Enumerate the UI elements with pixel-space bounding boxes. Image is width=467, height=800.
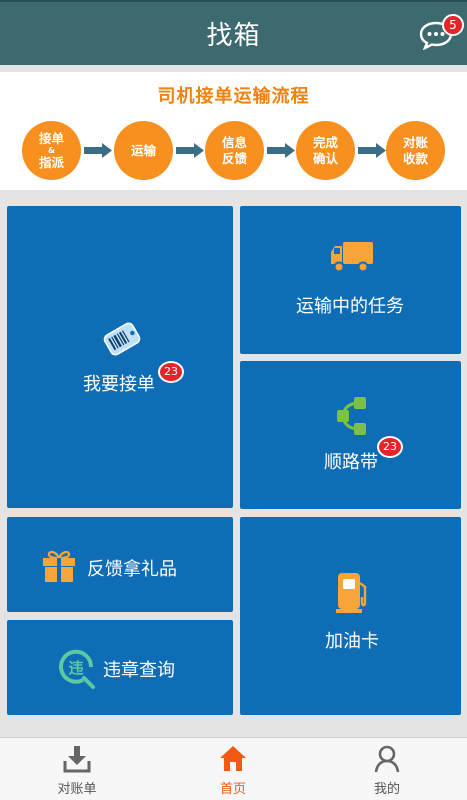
tasks-in-transit-tile[interactable]: 运输中的任务 — [240, 206, 461, 354]
route-icon — [337, 397, 366, 435]
flow-step-text: 确认 — [312, 150, 338, 166]
flow-arrow-icon — [84, 143, 112, 158]
svg-text:违: 违 — [68, 659, 83, 677]
nav-mine[interactable]: 我的 — [332, 738, 442, 800]
violation-query-label: 违章查询 — [103, 660, 175, 681]
flow-step-text: 反馈 — [221, 150, 247, 166]
fuel-card-label: 加油卡 — [325, 631, 379, 652]
nav-label: 对账单 — [57, 782, 97, 797]
accept-order-tile[interactable]: 我要接单 23 — [7, 206, 233, 508]
violation-query-tile[interactable]: 违 违章查询 — [7, 620, 233, 715]
user-icon — [374, 745, 400, 773]
nav-label: 我的 — [373, 782, 400, 797]
flow-step-reconcile: 对账 收款 — [386, 121, 445, 180]
tag-barcode-icon — [103, 322, 141, 356]
flow-step-feedback: 信息 反馈 — [205, 121, 264, 180]
home-icon — [220, 746, 246, 771]
flow-step-accept-assign: 接单 & 指派 — [22, 121, 81, 180]
on-the-way-label: 顺路带 — [324, 452, 378, 473]
top-bar: 找箱 5 — [0, 0, 467, 65]
flow-step-confirm: 完成 确认 — [296, 121, 355, 180]
feedback-gift-tile[interactable]: 反馈拿礼品 — [7, 517, 233, 612]
flow-step-text: 运输 — [130, 142, 156, 158]
flow-step-text: 完成 — [312, 134, 338, 150]
nav-statement[interactable]: 对账单 — [22, 738, 132, 800]
download-tray-icon — [63, 746, 91, 773]
flow-title: 司机接单运输流程 — [157, 86, 310, 107]
nav-label: 首页 — [219, 782, 246, 797]
flow-arrow-icon — [176, 143, 204, 158]
on-the-way-count-badge: 23 — [377, 436, 403, 458]
accept-order-label: 我要接单 — [83, 374, 155, 395]
feedback-gift-label: 反馈拿礼品 — [87, 559, 177, 580]
process-flow-panel: 司机接单运输流程 接单 & 指派 运输 信息 反馈 完成 确认 对账 收款 — [0, 72, 467, 190]
violation-search-icon: 违 — [59, 649, 95, 689]
nav-home[interactable]: 首页 — [178, 738, 288, 800]
gift-icon — [43, 550, 75, 582]
page-title: 找箱 — [206, 21, 261, 51]
flow-step-text: 信息 — [221, 134, 247, 150]
accept-order-count-badge: 23 — [158, 361, 184, 383]
fuel-pump-icon — [336, 573, 367, 613]
flow-arrow-icon — [358, 143, 386, 158]
flow-step-amp: & — [48, 145, 55, 155]
flow-step-text: 接单 — [38, 130, 64, 146]
flow-step-text: 指派 — [38, 154, 64, 170]
tasks-in-transit-label: 运输中的任务 — [296, 296, 404, 317]
fuel-card-tile[interactable]: 加油卡 — [240, 517, 461, 715]
flow-step-text: 收款 — [402, 150, 428, 166]
on-the-way-tile[interactable]: 顺路带 23 — [240, 361, 461, 509]
bottom-nav: 对账单 首页 我的 — [0, 737, 467, 800]
flow-arrow-icon — [267, 143, 295, 158]
flow-step-transport: 运输 — [114, 121, 173, 180]
flow-step-text: 对账 — [402, 134, 428, 150]
truck-icon — [331, 242, 373, 273]
message-count-badge: 5 — [442, 14, 464, 36]
